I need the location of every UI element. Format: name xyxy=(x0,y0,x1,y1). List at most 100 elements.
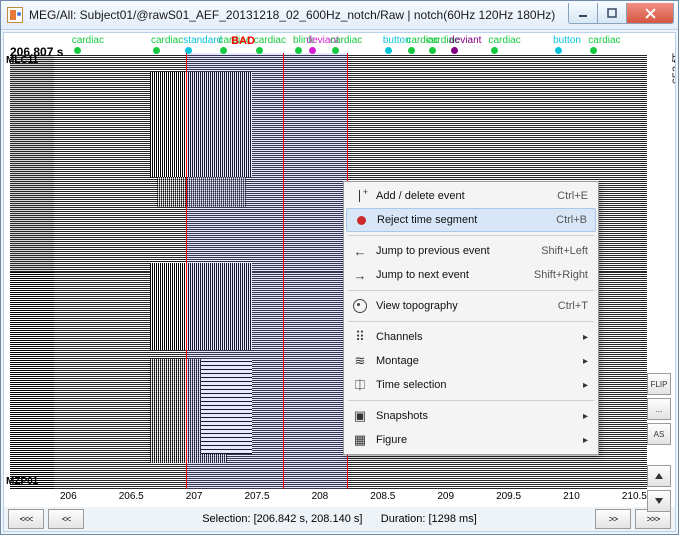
topo-icon xyxy=(350,299,370,313)
menu-item-label: Montage xyxy=(370,355,577,367)
menu-item[interactable]: ▣Snapshots xyxy=(346,404,596,428)
menu-item[interactable]: Reject time segmentCtrl+B xyxy=(346,208,596,232)
titlebar: MEG/All: Subject01/@rawS01_AEF_20131218_… xyxy=(1,1,678,30)
window-title: MEG/All: Subject01/@rawS01_AEF_20131218_… xyxy=(29,8,568,22)
matlab-icon xyxy=(7,7,23,23)
side-toolbar: FLIP ... AS xyxy=(647,373,671,512)
event-marker[interactable]: standard xyxy=(183,35,222,46)
menu-item[interactable]: View topographyCtrl+T xyxy=(346,294,596,318)
event-dot-icon xyxy=(295,47,302,54)
event-dot-icon xyxy=(491,47,498,54)
menu-shortcut: Shift+Right xyxy=(534,269,588,281)
content: 206.807 s 653 fT MLC11 MZP01 cardi xyxy=(3,32,676,532)
x-tick: 208 xyxy=(312,491,329,505)
←-icon: ← xyxy=(350,244,370,259)
x-tick: 209 xyxy=(437,491,454,505)
menu-item-label: Reject time segment xyxy=(371,214,556,226)
channel-label-first: MLC11 xyxy=(6,55,38,66)
menu-item-label: Add / delete event xyxy=(370,190,557,202)
menu-item-label: Jump to previous event xyxy=(370,245,541,257)
bad-segment-label: BAD xyxy=(231,35,255,47)
reddot-icon xyxy=(351,216,371,225)
nav-prev[interactable]: << xyxy=(48,509,84,529)
y-scale-label: 653 fT xyxy=(671,53,676,84)
≋-icon: ≋ xyxy=(350,353,370,369)
event-marker[interactable]: cardiac xyxy=(330,35,362,46)
menu-shortcut: Shift+Left xyxy=(541,245,588,257)
event-marker[interactable]: cardiac xyxy=(72,35,104,46)
menu-item[interactable]: ⠿Channels xyxy=(346,325,596,349)
⎅-icon: ⎅ xyxy=(350,377,370,393)
event-dot-icon xyxy=(429,47,436,54)
menu-shortcut: Ctrl+B xyxy=(556,214,587,226)
nav-last[interactable]: >>> xyxy=(635,509,671,529)
time-selection[interactable] xyxy=(186,53,348,489)
minimize-button[interactable] xyxy=(568,3,597,24)
▦-icon: ▦ xyxy=(350,432,370,448)
menu-item-label: Figure xyxy=(370,434,577,446)
x-tick: 210 xyxy=(563,491,580,505)
x-tick: 206.5 xyxy=(119,491,144,505)
status-text: Selection: [206.842 s, 208.140 s] Durati… xyxy=(88,513,591,525)
window-controls xyxy=(568,3,674,23)
event-dot-icon xyxy=(153,47,160,54)
event-marker[interactable]: cardiac xyxy=(489,35,521,46)
nav-next[interactable]: >> xyxy=(595,509,631,529)
x-tick: 210.5 xyxy=(622,491,647,505)
menu-item[interactable]: ←Jump to previous eventShift+Left xyxy=(346,239,596,263)
flag-icon xyxy=(350,190,370,202)
bottom-bar: <<< << Selection: [206.842 s, 208.140 s]… xyxy=(4,507,675,531)
close-button[interactable] xyxy=(626,3,674,24)
flip-button[interactable]: FLIP xyxy=(647,373,671,395)
event-dot-icon xyxy=(408,47,415,54)
event-dot-icon xyxy=(332,47,339,54)
menu-separator xyxy=(348,290,594,291)
event-marker[interactable]: button xyxy=(553,35,581,46)
maximize-button[interactable] xyxy=(597,3,626,24)
menu-item-label: Time selection xyxy=(370,379,577,391)
menu-item[interactable]: ▦Figure xyxy=(346,428,596,452)
event-markers: cardiaccardiacstandardcardiaccardiacblin… xyxy=(60,35,647,55)
time-cursor[interactable] xyxy=(283,53,284,489)
menu-shortcut: Ctrl+T xyxy=(558,300,588,312)
autoscale-button[interactable]: AS xyxy=(647,423,671,445)
status-duration: Duration: [1298 ms] xyxy=(381,513,477,525)
x-tick: 209.5 xyxy=(496,491,521,505)
more-button[interactable]: ... xyxy=(647,398,671,420)
status-selection: Selection: [206.842 s, 208.140 s] xyxy=(202,513,362,525)
menu-item[interactable]: ⎅Time selection xyxy=(346,373,596,397)
menu-item[interactable]: Add / delete eventCtrl+E xyxy=(346,184,596,208)
event-marker[interactable]: cardiac xyxy=(151,35,183,46)
event-marker[interactable]: cardiac xyxy=(254,35,286,46)
nav-first[interactable]: <<< xyxy=(8,509,44,529)
menu-item[interactable]: →Jump to next eventShift+Right xyxy=(346,263,596,287)
event-marker[interactable]: deviant xyxy=(449,35,481,46)
menu-separator xyxy=(348,235,594,236)
x-tick: 206 xyxy=(60,491,77,505)
menu-item[interactable]: ≋Montage xyxy=(346,349,596,373)
channel-label-last: MZP01 xyxy=(6,476,38,487)
event-dot-icon xyxy=(590,47,597,54)
menu-separator xyxy=(348,400,594,401)
menu-item-label: Snapshots xyxy=(370,410,577,422)
event-dot-icon xyxy=(451,47,458,54)
menu-item-label: Jump to next event xyxy=(370,269,534,281)
▣-icon: ▣ xyxy=(350,408,370,424)
menu-item-label: Channels xyxy=(370,331,577,343)
menu-item-label: View topography xyxy=(370,300,558,312)
context-menu: Add / delete eventCtrl+EReject time segm… xyxy=(343,181,599,455)
x-axis: 206206.5207207.5208208.5209209.5210210.5 xyxy=(60,491,647,505)
⠿-icon: ⠿ xyxy=(350,329,370,345)
signal-canvas[interactable]: 206.807 s 653 fT MLC11 MZP01 cardi xyxy=(4,33,675,507)
menu-separator xyxy=(348,321,594,322)
x-tick: 207.5 xyxy=(245,491,270,505)
event-marker[interactable]: cardiac xyxy=(588,35,620,46)
event-dot-icon xyxy=(74,47,81,54)
scale-down-button[interactable] xyxy=(647,490,671,512)
→-icon: → xyxy=(350,268,370,283)
scale-up-button[interactable] xyxy=(647,465,671,487)
event-dot-icon xyxy=(220,47,227,54)
event-dot-icon xyxy=(309,47,316,54)
event-dot-icon xyxy=(555,47,562,54)
event-dot-icon xyxy=(185,47,192,54)
